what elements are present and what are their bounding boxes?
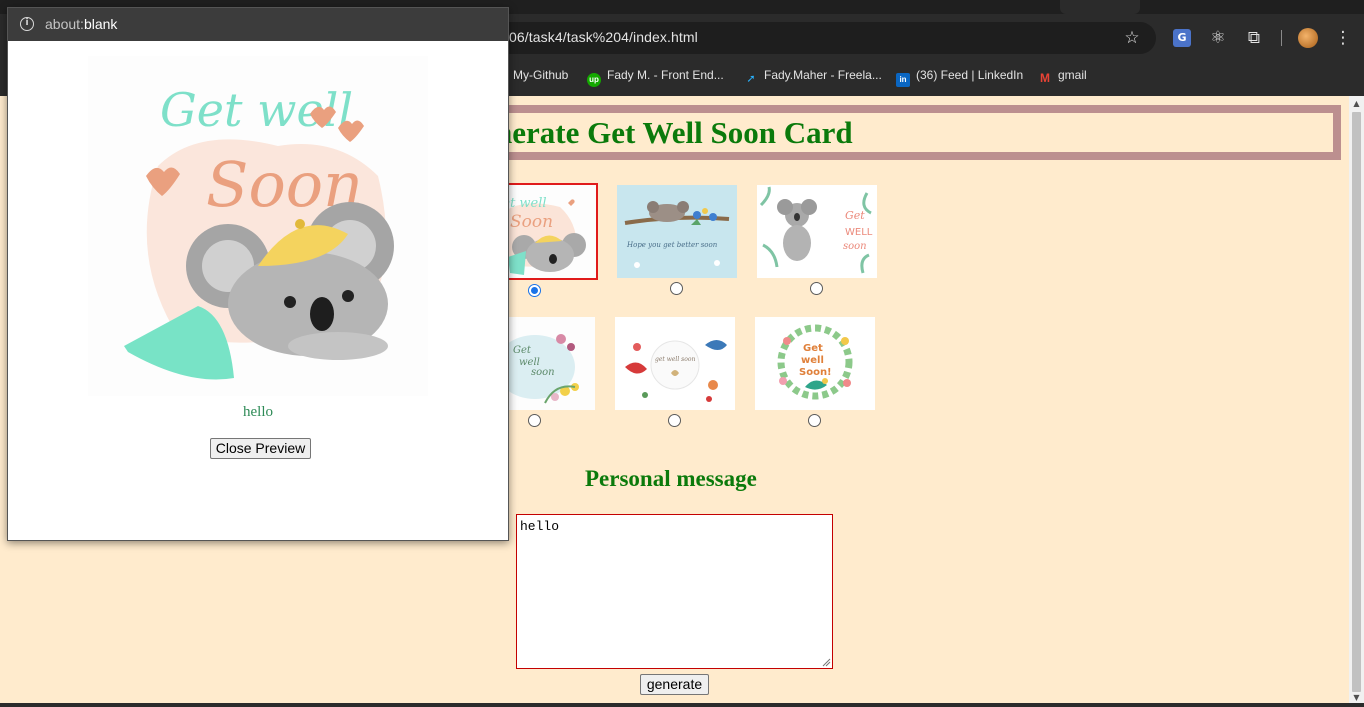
card2-text: Hope you get better soon (626, 241, 718, 249)
bookmark-my-github[interactable]: My-Github (513, 67, 568, 83)
close-preview-button[interactable]: Close Preview (210, 438, 311, 459)
card3-line2: WELL (845, 227, 873, 238)
popup-url: about:blank (45, 16, 117, 32)
generate-button[interactable]: generate (640, 674, 709, 695)
card1-line2: Soon (510, 212, 553, 232)
react-devtools-icon[interactable]: ⚛ (1208, 28, 1228, 48)
personal-message-heading: Personal message (585, 466, 757, 491)
bookmark-upwork[interactable]: up Fady M. - Front End... (587, 67, 724, 87)
preview-message: hello (243, 404, 273, 420)
preview-card-image: Get well Soon (88, 56, 428, 396)
profile-avatar[interactable] (1298, 28, 1318, 48)
card-radio-1[interactable] (528, 284, 541, 297)
birds-card-image: get well soon (615, 317, 735, 410)
card-option-6[interactable]: Get well Soon! (755, 317, 875, 410)
card4-line1: Get (513, 345, 532, 356)
card3-line3: soon (843, 241, 867, 252)
card-option-5[interactable]: get well soon (615, 317, 735, 410)
bookmark-star-icon[interactable]: ☆ (1122, 28, 1142, 48)
page-title: nerate Get Well Soon Card (495, 115, 853, 150)
scroll-down-icon[interactable]: ▼ (1351, 692, 1362, 703)
card-radio-2[interactable] (670, 282, 683, 295)
bookmark-label: gmail (1058, 68, 1087, 82)
koala-leaves-card-image: Get WELL soon (757, 185, 877, 278)
card3-line1: Get (845, 209, 865, 222)
site-info-icon[interactable]: i (20, 17, 34, 31)
scroll-up-icon[interactable]: ▲ (1351, 98, 1362, 109)
toolbar-separator (1281, 30, 1282, 46)
popup-url-main: blank (83, 16, 118, 32)
personal-message-textarea[interactable]: hello (516, 514, 833, 669)
browser-tab[interactable] (1060, 0, 1140, 14)
popup-url-prefix: about: (45, 16, 84, 32)
card5-text: get well soon (655, 356, 695, 363)
bookmark-freelancer[interactable]: ➚ Fady.Maher - Freela... (744, 67, 882, 85)
card-option-2[interactable]: Hope you get better soon (617, 185, 737, 278)
bookmark-label: My-Github (513, 68, 569, 82)
card-radio-4[interactable] (528, 414, 541, 427)
bird-wreath-card-image: Get well Soon! (755, 317, 875, 410)
card6-line1: Get (803, 343, 823, 354)
scrollbar-thumb[interactable] (1352, 112, 1361, 692)
card6-line2: well (801, 355, 824, 366)
card4-line3: soon (531, 367, 555, 378)
card-option-3[interactable]: Get WELL soon (757, 185, 877, 278)
card-radio-6[interactable] (808, 414, 821, 427)
browser-menu-icon[interactable]: ⋮ (1333, 28, 1353, 48)
bookmark-linkedin[interactable]: in (36) Feed | LinkedIn (896, 67, 1024, 87)
freelancer-icon: ➚ (746, 73, 756, 85)
bookmark-label: Fady.Maher - Freela... (764, 68, 882, 82)
bookmark-label: Fady M. - Front End... (607, 68, 724, 82)
google-translate-icon[interactable]: G (1173, 29, 1191, 47)
card6-line3: Soon! (799, 367, 832, 378)
bookmark-gmail[interactable]: Mgmail (1038, 67, 1087, 85)
koala-branch-card-image: Hope you get better soon (617, 185, 737, 278)
extensions-puzzle-icon[interactable]: ⧉ (1244, 28, 1264, 48)
url-text[interactable]: 06/task4/task%204/index.html (509, 29, 698, 45)
linkedin-icon: in (896, 73, 910, 87)
bookmark-label: (36) Feed | LinkedIn (916, 68, 1024, 82)
card-radio-5[interactable] (668, 414, 681, 427)
gmail-icon: M (1040, 71, 1050, 85)
card-radio-3[interactable] (810, 282, 823, 295)
screen: 06/task4/task%204/index.html ☆ G ⚛ ⧉ ⋮ M… (0, 0, 1364, 707)
upwork-icon: up (587, 73, 601, 87)
resize-handle-icon[interactable] (821, 657, 831, 667)
preview-popup-window: i about:blank Get well Soon hello Close … (7, 7, 509, 541)
taskbar-edge (0, 703, 1364, 707)
